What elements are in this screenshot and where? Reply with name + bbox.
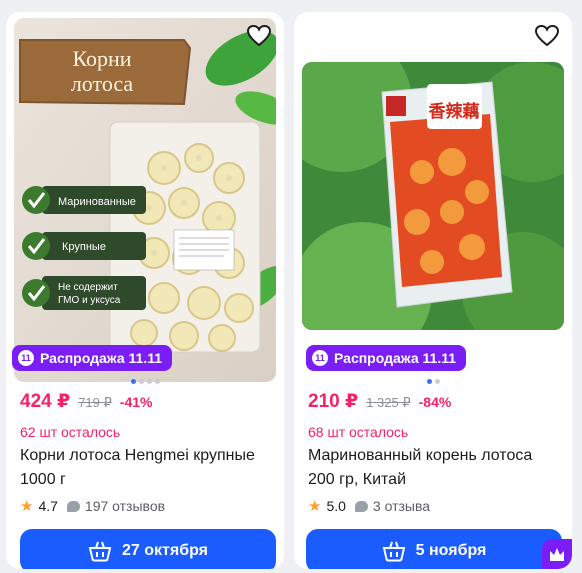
rating-row: ★ 5.0 3 отзыва [308,497,430,515]
discount-percent: -41% [119,394,153,410]
price-row: 424 ₽ 719 ₽ -41% [20,390,152,413]
rating-row: ★ 4.7 197 отзывов [20,497,165,515]
favorite-heart-icon[interactable] [534,24,560,48]
sale-badge-label: Распродажа 11.11 [334,350,457,366]
price-row: 210 ₽ 1 325 ₽ -84% [308,390,451,413]
product-photo-lotus-pack: Корни лотоса Маринованные Крупные Не сод… [14,18,276,382]
banner-title-line1: Корни [72,46,131,71]
basket-icon [88,541,112,562]
product-title-line1: Маринованный корень лотоса [308,447,533,464]
stock-left: 62 шт осталось [20,424,121,440]
discount-percent: -84% [418,394,452,410]
add-to-cart-button[interactable]: 27 октября [20,529,276,569]
product-title-line2: 200 гр, Китай [308,471,407,488]
feature-label-2: Крупные [62,241,106,253]
reviews-count[interactable]: 197 отзывов [85,498,165,514]
rating-value: 4.7 [38,498,58,514]
image-carousel-dots [294,379,572,384]
sale-badge: 11 Распродажа 11.11 [306,345,467,371]
sale-logo-icon: 11 [18,350,34,366]
delivery-date: 5 ноября [415,542,487,559]
sale-logo-icon: 11 [312,350,328,366]
feature-label-1: Маринованные [58,196,136,208]
product-card[interactable]: Корни лотоса Маринованные Крупные Не сод… [6,12,284,569]
basket-icon [382,541,405,562]
product-title[interactable]: Маринованный корень лотоса 200 гр, Китай [308,444,563,492]
reviews-bubble-icon [354,500,368,512]
rating-value: 5.0 [326,498,346,514]
pack-chinese-text: 香辣藕 [429,101,480,122]
carousel-dot [130,379,136,384]
carousel-dot [154,379,160,384]
carousel-dot [146,379,152,384]
product-grid: Корни лотоса Маринованные Крупные Не сод… [0,0,582,573]
favorite-heart-icon[interactable] [246,24,272,48]
star-icon: ★ [308,498,322,515]
sale-badge-label: Распродажа 11.11 [40,350,163,366]
add-to-cart-button[interactable]: 5 ноября [306,529,562,569]
banner-title-line2: лотоса [71,71,134,96]
product-image[interactable]: 香辣藕 [302,62,564,330]
current-price: 210 ₽ [308,391,359,412]
product-image[interactable]: Корни лотоса Маринованные Крупные Не сод… [14,18,276,382]
product-title-line2: 1000 г [20,471,66,488]
product-title[interactable]: Корни лотоса Hengmei крупные 1000 г [20,444,275,492]
carousel-dot [434,379,440,384]
sale-badge: 11 Распродажа 11.11 [12,345,173,371]
reviews-count[interactable]: 3 отзыва [373,498,430,514]
carousel-dot [426,379,432,384]
product-title-line1: Корни лотоса Hengmei крупные [20,447,255,464]
image-carousel-dots [6,379,284,384]
product-photo-lotus-pouch: 香辣藕 [302,62,564,330]
star-icon: ★ [20,498,34,515]
assistant-bot-icon[interactable] [542,539,572,569]
stock-left: 68 шт осталось [308,424,409,440]
old-price: 1 325 ₽ [366,395,411,410]
feature-label-3b: ГМО и уксуса [58,295,121,306]
reviews-bubble-icon [66,500,80,512]
delivery-date: 27 октября [122,542,208,559]
old-price: 719 ₽ [78,395,112,410]
current-price: 424 ₽ [20,391,71,412]
feature-label-3a: Не содержит [58,282,118,293]
product-card[interactable]: 香辣藕 11 Распродажа 11.11 210 ₽ 1 325 ₽ -8… [294,12,572,569]
carousel-dot [138,379,144,384]
